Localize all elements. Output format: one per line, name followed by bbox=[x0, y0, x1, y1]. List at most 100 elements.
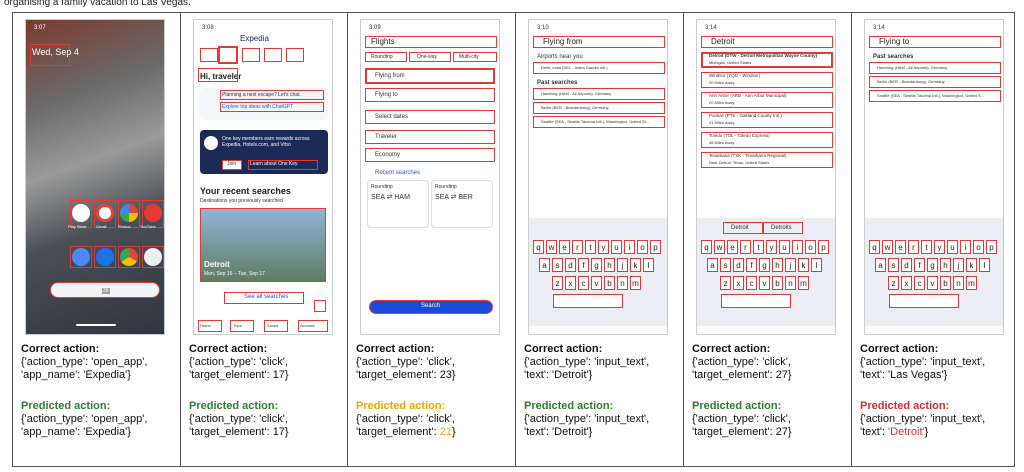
keyboard-key[interactable]: h bbox=[772, 258, 783, 272]
keyboard-key[interactable]: a bbox=[875, 258, 886, 272]
keyboard-key[interactable]: e bbox=[727, 240, 738, 254]
keyboard-key[interactable]: w bbox=[546, 240, 557, 254]
keyboard-key[interactable]: m bbox=[630, 276, 641, 290]
keyboard-key[interactable]: t bbox=[753, 240, 764, 254]
keyboard-key[interactable]: g bbox=[591, 258, 602, 272]
keyboard-key[interactable]: l bbox=[979, 258, 990, 272]
keyboard-key[interactable]: l bbox=[643, 258, 654, 272]
keyboard-key[interactable]: b bbox=[604, 276, 615, 290]
keyboard-key[interactable]: o bbox=[805, 240, 816, 254]
keyboard-key[interactable]: q bbox=[701, 240, 712, 254]
keyboard-key[interactable]: h bbox=[940, 258, 951, 272]
keyboard-key[interactable]: q bbox=[869, 240, 880, 254]
keyboard-key[interactable]: m bbox=[966, 276, 977, 290]
keyboard-key[interactable]: c bbox=[578, 276, 589, 290]
keyboard-key[interactable]: s bbox=[720, 258, 731, 272]
correct-line: 'target_element': 27} bbox=[692, 369, 792, 381]
keyboard-key[interactable]: e bbox=[559, 240, 570, 254]
keyboard-key[interactable]: x bbox=[901, 276, 912, 290]
keyboard-key[interactable]: k bbox=[630, 258, 641, 272]
keyboard-key[interactable]: n bbox=[785, 276, 796, 290]
keyboard-key[interactable]: e bbox=[895, 240, 906, 254]
keyboard-key[interactable]: d bbox=[565, 258, 576, 272]
keyboard-key[interactable]: i bbox=[960, 240, 971, 254]
keyboard-key[interactable]: j bbox=[617, 258, 628, 272]
keyboard-key[interactable]: b bbox=[772, 276, 783, 290]
keyboard-key[interactable]: y bbox=[598, 240, 609, 254]
keyboard-key[interactable]: z bbox=[888, 276, 899, 290]
keyboard-key[interactable]: k bbox=[966, 258, 977, 272]
keyboard-key[interactable]: f bbox=[578, 258, 589, 272]
correct-label: Correct action: bbox=[692, 343, 771, 355]
keyboard-key[interactable]: h bbox=[604, 258, 615, 272]
keyboard-key[interactable]: r bbox=[908, 240, 919, 254]
tab-cars[interactable] bbox=[242, 48, 260, 62]
keyboard-key[interactable]: v bbox=[927, 276, 938, 290]
keyboard-key[interactable]: d bbox=[901, 258, 912, 272]
keyboard-key[interactable]: q bbox=[533, 240, 544, 254]
keyboard-key[interactable]: k bbox=[798, 258, 809, 272]
keyboard-key[interactable]: g bbox=[927, 258, 938, 272]
keyboard-key[interactable]: b bbox=[940, 276, 951, 290]
keyboard-key[interactable]: r bbox=[572, 240, 583, 254]
status-time: 3:08 bbox=[202, 25, 214, 31]
keyboard-key[interactable]: i bbox=[624, 240, 635, 254]
keyboard-key[interactable]: r bbox=[740, 240, 751, 254]
space-key[interactable] bbox=[889, 294, 959, 308]
keyboard-key[interactable]: f bbox=[746, 258, 757, 272]
keyboard-key[interactable]: m bbox=[798, 276, 809, 290]
correct-line: 'text': 'Las Vegas'} bbox=[860, 369, 948, 381]
space-key[interactable] bbox=[553, 294, 623, 308]
tab-packages[interactable] bbox=[264, 48, 282, 62]
panel-5: 3:14 Detroit Detroit (DTW - Detroit Metr… bbox=[684, 13, 852, 466]
keyboard-key[interactable]: j bbox=[785, 258, 796, 272]
keyboard-key[interactable]: u bbox=[779, 240, 790, 254]
promo-title: Planning a next escape? Let's chat. bbox=[222, 92, 301, 98]
keyboard[interactable]: Detroit Detroits qwertyuiop asdfghjkl zx… bbox=[697, 218, 835, 326]
keyboard-key[interactable]: s bbox=[552, 258, 563, 272]
playstore-icon bbox=[72, 204, 90, 222]
keyboard-key[interactable]: c bbox=[914, 276, 925, 290]
keyboard-key[interactable]: y bbox=[934, 240, 945, 254]
keyboard-key[interactable]: o bbox=[637, 240, 648, 254]
keyboard-key[interactable]: o bbox=[973, 240, 984, 254]
space-key[interactable] bbox=[721, 294, 791, 308]
keyboard-key[interactable]: p bbox=[818, 240, 829, 254]
keyboard-key[interactable]: i bbox=[792, 240, 803, 254]
keyboard-key[interactable]: z bbox=[720, 276, 731, 290]
tab-stays[interactable] bbox=[200, 48, 218, 62]
keyboard-key[interactable]: v bbox=[759, 276, 770, 290]
keyboard-key[interactable]: w bbox=[882, 240, 893, 254]
keyboard-key[interactable]: a bbox=[539, 258, 550, 272]
past-label: Past searches bbox=[537, 80, 578, 86]
keyboard-key[interactable]: p bbox=[650, 240, 661, 254]
keyboard[interactable]: qwertyuiop asdfghjkl zxcvbnm bbox=[865, 218, 1003, 326]
keyboard-key[interactable]: a bbox=[707, 258, 718, 272]
chat-fab[interactable] bbox=[314, 300, 326, 312]
keyboard-key[interactable]: x bbox=[733, 276, 744, 290]
keyboard-key[interactable]: x bbox=[565, 276, 576, 290]
keyboard-key[interactable]: v bbox=[591, 276, 602, 290]
tab-things[interactable] bbox=[286, 48, 304, 62]
keyboard-key[interactable]: c bbox=[746, 276, 757, 290]
keyboard-key[interactable]: s bbox=[888, 258, 899, 272]
keyboard-key[interactable]: y bbox=[766, 240, 777, 254]
tab-flights[interactable] bbox=[218, 46, 238, 64]
app-label: Gmail bbox=[96, 224, 107, 229]
keyboard-key[interactable]: n bbox=[953, 276, 964, 290]
keyboard-key[interactable]: z bbox=[552, 276, 563, 290]
keyboard-key[interactable]: d bbox=[733, 258, 744, 272]
keyboard-key[interactable]: u bbox=[611, 240, 622, 254]
keyboard-key[interactable]: j bbox=[953, 258, 964, 272]
destination-name: Detroit bbox=[204, 260, 230, 269]
keyboard-key[interactable]: l bbox=[811, 258, 822, 272]
keyboard-key[interactable]: u bbox=[947, 240, 958, 254]
keyboard-key[interactable]: f bbox=[914, 258, 925, 272]
keyboard-key[interactable]: p bbox=[986, 240, 997, 254]
keyboard[interactable]: qwertyuiop asdfghjkl zxcvbnm bbox=[529, 218, 667, 326]
keyboard-key[interactable]: w bbox=[714, 240, 725, 254]
keyboard-key[interactable]: t bbox=[921, 240, 932, 254]
keyboard-key[interactable]: n bbox=[617, 276, 628, 290]
keyboard-key[interactable]: g bbox=[759, 258, 770, 272]
keyboard-key[interactable]: t bbox=[585, 240, 596, 254]
